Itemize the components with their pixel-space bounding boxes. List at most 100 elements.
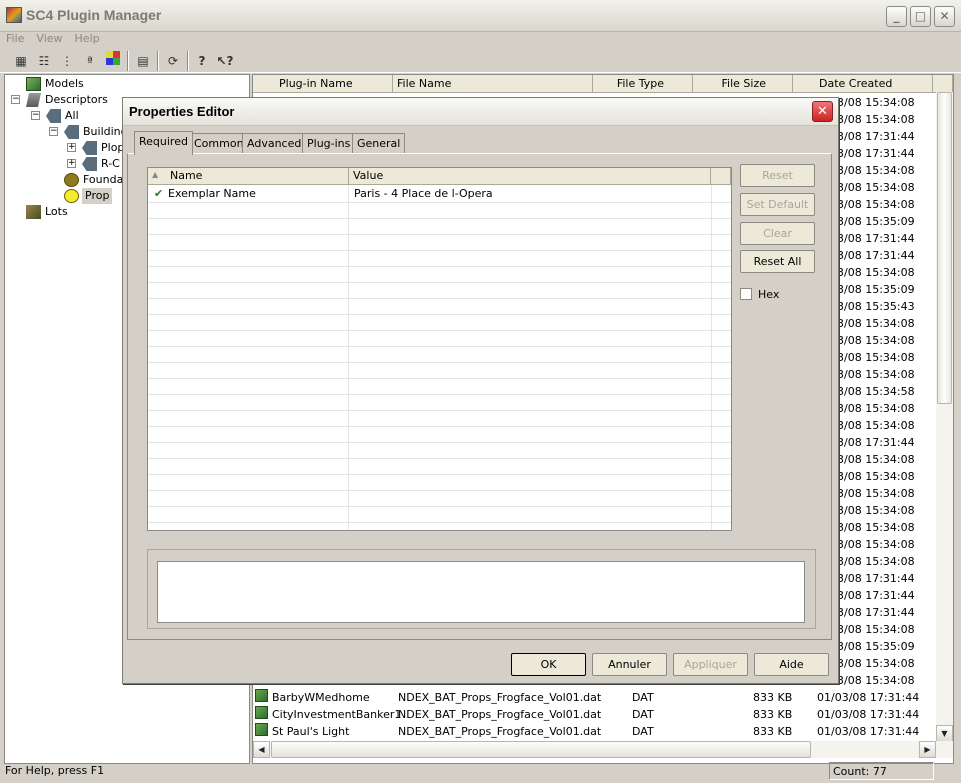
tree-item-foundation[interactable]: Foundat [83,172,128,188]
row-file: NDEX_BAT_Props_Frogface_Vol01.dat [398,691,602,704]
partial-date-cell: 3/08 17:31:44 [837,130,915,143]
grid-line [148,426,731,427]
sort-icon[interactable]: ª [79,51,101,72]
vertical-scrollbar[interactable]: ▼ [936,92,953,742]
app-icon [6,7,22,23]
menu-view[interactable]: View [30,32,68,45]
tab-advanced[interactable]: Advanced [242,133,307,154]
app-title: SC4 Plugin Manager [26,7,162,23]
tab-required[interactable]: Required [134,131,193,155]
tree-item-prop[interactable]: Prop [82,188,113,204]
expand-icon[interactable]: + [67,159,76,168]
minimize-button[interactable]: _ [886,6,907,27]
details-view-icon[interactable] [102,51,124,72]
partial-date-cell: 3/08 17:31:44 [837,436,915,449]
menu-file[interactable]: File [0,32,30,45]
toolbar-separator [127,51,129,71]
properties-grid[interactable]: Name ▲ Value ✔ Exemplar Name Paris - 4 P… [147,167,732,531]
grid-row-value: Paris - 4 Place de l-Opera [354,187,493,200]
scroll-thumb[interactable] [937,92,952,404]
partial-date-cell: 3/08 15:34:08 [837,419,915,432]
partial-date-cell: 3/08 15:34:08 [837,470,915,483]
grid-line [148,522,731,523]
partial-date-cell: 3/08 15:35:09 [837,215,915,228]
grid-line [148,314,731,315]
context-help-icon[interactable]: ↖? [214,51,236,72]
help-button[interactable]: Aide [754,653,829,676]
lots-icon [26,205,41,219]
foundation-icon [64,173,79,187]
list-view-icon[interactable]: ☷ [33,51,55,72]
column-file-type[interactable]: File Type [593,75,693,93]
list-item[interactable]: St Paul's Light NDEX_BAT_Props_Frogface_… [253,723,953,740]
column-file-size[interactable]: File Size [693,75,793,93]
apply-button[interactable]: Appliquer [673,653,748,676]
collapse-icon[interactable]: − [31,111,40,120]
toolbar: ▦ ☷ ⋮ ª ▤ ⟳ ? ↖? [0,49,961,73]
grid-divider [348,185,349,530]
partial-date-cell: 3/08 15:34:08 [837,198,915,211]
refresh-icon[interactable]: ⟳ [162,51,184,72]
tab-general[interactable]: General [352,133,406,154]
row-size: 833 KB [753,708,793,721]
tree-item-descriptors[interactable]: Descriptors [45,92,108,108]
menu-bar: File View Help [0,32,961,50]
scroll-right-icon[interactable]: ▶ [919,741,936,758]
grid-column-value[interactable]: Value [349,168,711,185]
exemplar-icon [82,157,97,171]
ok-button[interactable]: OK [511,653,586,676]
partial-date-cell: 3/08 15:34:08 [837,453,915,466]
partial-date-cell: 3/08 15:34:08 [837,368,915,381]
close-button[interactable]: ✕ [934,6,955,27]
tree-item-all[interactable]: All [65,108,79,124]
grid-line [148,298,731,299]
grid-line [148,266,731,267]
large-icons-view-icon[interactable]: ▦ [10,51,32,72]
tree-item-rc[interactable]: R-C [101,156,120,172]
tree-view-icon[interactable]: ⋮ [56,51,78,72]
title-bar: SC4 Plugin Manager _ □ ✕ [0,0,961,32]
column-file-name[interactable]: File Name [393,75,593,93]
tree-item-plop[interactable]: Plop [101,140,124,156]
scroll-down-icon[interactable]: ▼ [936,725,953,742]
scroll-thumb[interactable] [271,741,811,758]
collapse-icon[interactable]: − [49,127,58,136]
tree-item-building[interactable]: Building [83,124,128,140]
check-icon: ✔ [154,187,164,200]
column-date-created[interactable]: Date Created [793,75,933,93]
tab-common[interactable]: Common [189,133,249,154]
clear-button[interactable]: Clear [740,222,815,245]
grid-line [148,394,731,395]
set-default-button[interactable]: Set Default [740,193,815,216]
partial-date-cell: 3/08 17:31:44 [837,606,915,619]
tab-plugins[interactable]: Plug-ins [302,133,356,154]
list-item[interactable]: CityInvestmentBanker1 NDEX_BAT_Props_Fro… [253,706,953,723]
properties-icon[interactable]: ▤ [132,51,154,72]
maximize-button[interactable]: □ [910,6,931,27]
row-name: CityInvestmentBanker1 [272,708,402,721]
prop-cube-icon [255,706,268,719]
expand-icon[interactable]: + [67,143,76,152]
horizontal-scrollbar[interactable]: ◀ ▶ [253,741,953,758]
menu-help[interactable]: Help [69,32,106,45]
grid-column-name[interactable]: Name [148,168,349,185]
description-box[interactable] [157,561,805,623]
collapse-icon[interactable]: − [11,95,20,104]
scroll-left-icon[interactable]: ◀ [253,741,270,758]
partial-date-cell: 3/08 15:34:08 [837,164,915,177]
cancel-button[interactable]: Annuler [592,653,667,676]
dialog-close-icon[interactable]: ✕ [812,101,833,122]
grid-row-name: Exemplar Name [168,187,256,200]
grid-row[interactable]: ✔ Exemplar Name Paris - 4 Place de l-Ope… [148,185,731,202]
list-item[interactable]: BarbyWMedhome NDEX_BAT_Props_Frogface_Vo… [253,689,953,706]
column-plugin-name[interactable]: Plug-in Name [253,75,393,93]
reset-all-button[interactable]: Reset All [740,250,815,273]
tree-item-models[interactable]: Models [45,76,84,92]
row-name: BarbyWMedhome [272,691,370,704]
help-icon[interactable]: ? [191,51,213,72]
hex-checkbox[interactable] [740,288,752,300]
reset-button[interactable]: Reset [740,164,815,187]
grid-line [148,330,731,331]
tree-item-lots[interactable]: Lots [45,204,68,220]
partial-date-cell: 3/08 17:31:44 [837,249,915,262]
